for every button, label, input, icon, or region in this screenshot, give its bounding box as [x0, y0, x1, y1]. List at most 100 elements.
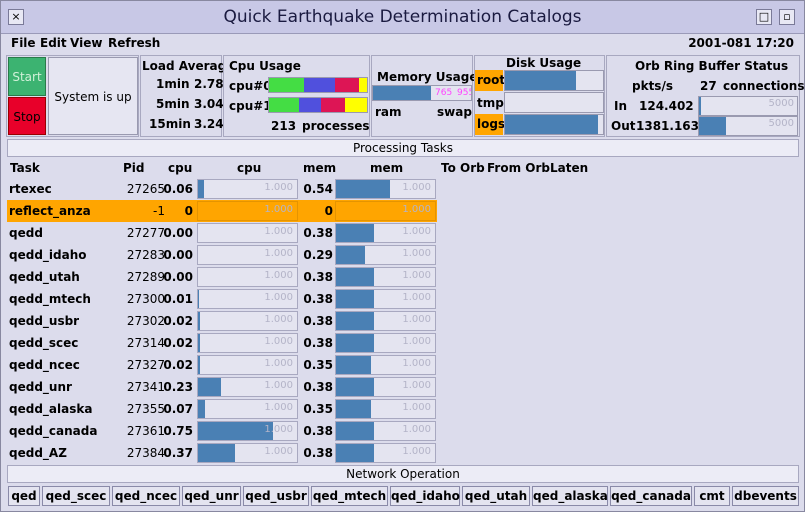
- network-button-qed-mtech[interactable]: qed_mtech: [311, 486, 388, 506]
- task-cpu-bar-cap: 1.000: [264, 402, 293, 413]
- task-mem-bar-cap: 1.000: [402, 226, 431, 237]
- table-row[interactable]: qedd_unr 27341 0.23 0.38 1.000 1.000: [7, 376, 437, 398]
- load-label-1min: 1min: [156, 77, 190, 91]
- task-mem: 0.38: [303, 270, 333, 284]
- menu-view[interactable]: View: [70, 36, 102, 50]
- task-cpu-bar-cap: 1.000: [264, 424, 293, 435]
- cpu0-wait-segment: [335, 78, 359, 92]
- task-cpu: 0: [184, 204, 193, 218]
- memory-usage-title: Memory Usage: [377, 70, 478, 84]
- task-cpu: 0.01: [163, 292, 193, 306]
- close-icon[interactable]: ▫: [779, 9, 795, 25]
- network-button-qed-idaho[interactable]: qed_idaho: [390, 486, 460, 506]
- network-button-qed-unr[interactable]: qed_unr: [182, 486, 241, 506]
- table-row[interactable]: qedd_AZ 27384 0.37 0.38 1.000 1.000: [7, 442, 437, 464]
- cpu0-user-segment: [269, 78, 304, 92]
- network-button-dbevents[interactable]: dbevents: [732, 486, 799, 506]
- app-window: Quick Earthquake Determination Catalogs …: [0, 0, 805, 512]
- task-name: qedd_unr: [9, 380, 72, 394]
- task-mem-bar-cap: 1.000: [402, 204, 431, 215]
- network-button-qed[interactable]: qed: [8, 486, 40, 506]
- table-row[interactable]: reflect_anza -1 0 0 1.000 1.000: [7, 200, 437, 222]
- network-button-qed-canada[interactable]: qed_canada: [610, 486, 692, 506]
- network-button-cmt[interactable]: cmt: [694, 486, 730, 506]
- col-cpu-bar: cpu: [237, 161, 262, 175]
- network-operation-header: Network Operation: [7, 465, 799, 483]
- task-cpu: 0.00: [163, 226, 193, 240]
- network-button-qed-usbr[interactable]: qed_usbr: [243, 486, 309, 506]
- task-mem-bar: 1.000: [335, 333, 436, 353]
- task-mem-bar-fill: [336, 180, 390, 198]
- system-status: System is up: [48, 57, 138, 135]
- task-cpu-bar-cap: 1.000: [264, 292, 293, 303]
- task-cpu-bar-fill: [198, 312, 200, 330]
- task-name: reflect_anza: [9, 204, 91, 218]
- orb-in-label: In: [614, 99, 628, 113]
- maximize-icon[interactable]: □: [756, 9, 772, 25]
- table-row[interactable]: qedd_alaska 27355 0.07 0.35 1.000 1.000: [7, 398, 437, 420]
- table-row[interactable]: qedd_scec 27314 0.02 0.38 1.000 1.000: [7, 332, 437, 354]
- task-mem-bar: 1.000: [335, 421, 436, 441]
- task-mem: 0.35: [303, 358, 333, 372]
- task-mem-bar: 1.000: [335, 443, 436, 463]
- orb-pkts-label: pkts/s: [632, 79, 673, 93]
- task-cpu-bar-fill: [198, 290, 199, 308]
- task-name: qedd_ncec: [9, 358, 80, 372]
- table-row[interactable]: qedd_utah 27289 0.00 0.38 1.000 1.000: [7, 266, 437, 288]
- window-menu-icon[interactable]: ×: [8, 9, 24, 25]
- swap-cap: 955: [457, 88, 471, 98]
- network-button-qed-scec[interactable]: qed_scec: [42, 486, 110, 506]
- task-cpu-bar: 1.000: [197, 443, 298, 463]
- task-cpu-bar-fill: [198, 180, 204, 198]
- table-row[interactable]: rtexec 27265 0.06 0.54 1.000 1.000: [7, 178, 437, 200]
- processes-label: processes: [302, 119, 370, 133]
- table-row[interactable]: qedd_canada 27361 0.75 0.38 1.000 1.000: [7, 420, 437, 442]
- task-cpu-bar-fill: [198, 444, 235, 462]
- col-task: Task: [10, 161, 40, 175]
- menu-file[interactable]: File: [11, 36, 36, 50]
- menu-refresh[interactable]: Refresh: [108, 36, 160, 50]
- table-row[interactable]: qedd 27277 0.00 0.38 1.000 1.000: [7, 222, 437, 244]
- menu-edit[interactable]: Edit: [40, 36, 67, 50]
- network-button-qed-utah[interactable]: qed_utah: [462, 486, 530, 506]
- task-mem-bar: 1.000: [335, 245, 436, 265]
- disk-root-bar: [504, 70, 604, 91]
- task-cpu: 0.75: [163, 424, 193, 438]
- table-row[interactable]: qedd_ncec 27327 0.02 0.35 1.000 1.000: [7, 354, 437, 376]
- date-time: 2001-081 17:20: [688, 36, 794, 50]
- orb-out-fill: [699, 117, 727, 135]
- stop-button[interactable]: Stop: [8, 97, 46, 135]
- task-mem-bar: 1.000: [335, 377, 436, 397]
- cpu0-system-segment: [304, 78, 335, 92]
- task-mem-bar: 1.000: [335, 399, 436, 419]
- start-button[interactable]: Start: [8, 57, 46, 96]
- network-button-qed-ncec[interactable]: qed_ncec: [112, 486, 180, 506]
- disk-tmp-label: tmp: [477, 96, 504, 110]
- task-name: qedd_usbr: [9, 314, 80, 328]
- task-cpu: 0.00: [163, 270, 193, 284]
- task-mem: 0.38: [303, 226, 333, 240]
- swap-label: swap: [437, 105, 472, 119]
- task-cpu-bar-cap: 1.000: [264, 204, 293, 215]
- disk-usage-title: Disk Usage: [506, 56, 582, 70]
- task-cpu-bar: 1.000: [197, 355, 298, 375]
- load-value-1min: 2.78: [194, 77, 224, 91]
- task-cpu-bar: 1.000: [197, 179, 298, 199]
- task-mem-bar-cap: 1.000: [402, 292, 431, 303]
- task-mem-bar-cap: 1.000: [402, 424, 431, 435]
- network-button-qed-alaska[interactable]: qed_alaska: [532, 486, 608, 506]
- task-mem: 0.54: [303, 182, 333, 196]
- table-row[interactable]: qedd_mtech 27300 0.01 0.38 1.000 1.000: [7, 288, 437, 310]
- task-cpu-bar-fill: [198, 356, 200, 374]
- cpu1-idle-segment: [345, 98, 367, 112]
- orb-in-fill: [699, 97, 701, 115]
- task-mem: 0.38: [303, 380, 333, 394]
- table-row[interactable]: qedd_idaho 27283 0.00 0.29 1.000 1.000: [7, 244, 437, 266]
- processes-count: 213: [271, 119, 297, 133]
- task-cpu: 0.06: [163, 182, 193, 196]
- disk-logs-label: logs: [475, 114, 505, 135]
- orb-connections-count: 27: [700, 79, 717, 93]
- table-row[interactable]: qedd_usbr 27302 0.02 0.38 1.000 1.000: [7, 310, 437, 332]
- disk-logs-bar: [504, 114, 604, 135]
- col-pid: Pid: [123, 161, 145, 175]
